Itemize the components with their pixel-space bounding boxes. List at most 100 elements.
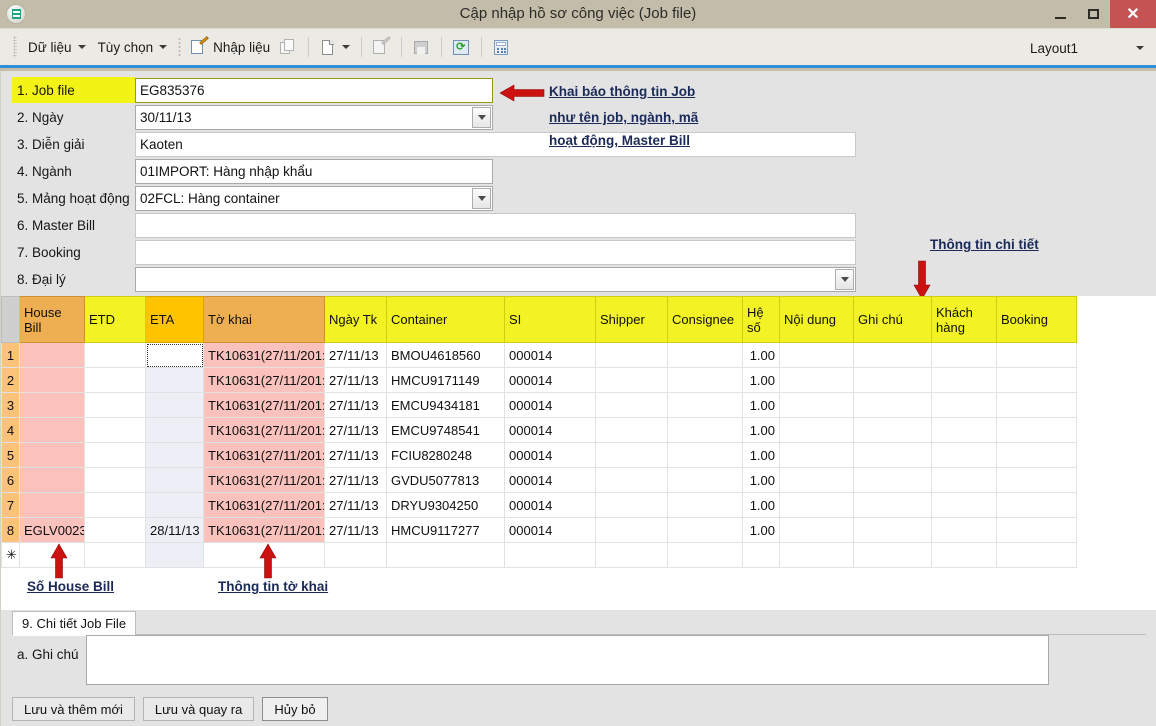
edit-record-button[interactable] [368,35,395,58]
cell-booking[interactable] [996,492,1077,518]
cancel-button[interactable]: Hủy bỏ [262,697,328,721]
cell-container[interactable]: GVDU5077813 [386,467,505,493]
input-dien-giai[interactable]: Kaoten [135,131,856,157]
cell-eta[interactable] [145,442,204,468]
cell-si[interactable] [504,542,596,568]
save-button[interactable] [408,37,435,58]
cell-booking[interactable] [996,392,1077,418]
cell-booking[interactable] [996,542,1077,568]
table-row[interactable]: 4 TK10631(27/11/201: 27/11/13 EMCU9748541 00… [1,417,1077,443]
cell-eta[interactable] [145,342,204,368]
cell-etd[interactable] [84,517,146,543]
new-row-marker-icon[interactable]: ✳ [1,542,20,568]
grid-header-ngay-tk[interactable]: Ngày Tk [324,296,387,343]
cell-to-khai[interactable]: TK10631(27/11/201: [203,442,325,468]
cell-to-khai[interactable]: TK10631(27/11/201: [203,392,325,418]
menu-tuy-chon[interactable]: Tùy chọn [92,37,174,58]
cell-container[interactable]: FCIU8280248 [386,442,505,468]
cell-consignee[interactable] [667,367,743,393]
cell-shipper[interactable] [595,517,668,543]
grid-select-all-header[interactable] [1,296,20,343]
cell-house-bill[interactable] [19,492,85,518]
row-header[interactable]: 6 [1,467,20,493]
row-header[interactable]: 2 [1,367,20,393]
input-ngay[interactable]: 30/11/13 [135,104,493,130]
chevron-down-icon[interactable] [472,187,491,209]
cell-ngay-tk[interactable]: 27/11/13 [324,367,387,393]
grid-header-to-khai[interactable]: Tờ khai [203,296,325,343]
cell-container[interactable]: HMCU9117277 [386,517,505,543]
cell-to-khai[interactable]: TK10631(27/11/201: [203,492,325,518]
cell-etd[interactable] [84,392,146,418]
cell-to-khai[interactable]: TK10631(27/11/201: [203,342,325,368]
table-row[interactable]: 7 TK10631(27/11/201: 27/11/13 DRYU9304250 00… [1,492,1077,518]
cell-he-so[interactable]: 1.00 [742,492,780,518]
cell-he-so[interactable]: 1.00 [742,442,780,468]
cell-he-so[interactable] [742,542,780,568]
minimize-button[interactable] [1044,0,1077,28]
cell-ghi-chu[interactable] [853,517,932,543]
chevron-down-icon[interactable] [472,106,491,128]
maximize-button[interactable] [1077,0,1110,28]
cell-eta[interactable] [145,467,204,493]
cell-container[interactable] [386,542,505,568]
close-button[interactable]: ✕ [1110,0,1156,28]
cell-to-khai[interactable]: TK10631(27/11/201: [203,467,325,493]
chevron-down-icon[interactable] [342,45,351,49]
cell-ngay-tk[interactable]: 27/11/13 [324,467,387,493]
cell-he-so[interactable]: 1.00 [742,342,780,368]
textarea-ghi-chu[interactable] [86,635,1049,685]
grid-header-container[interactable]: Container [386,296,505,343]
cell-si[interactable]: 000014 [504,342,596,368]
input-master-bill[interactable] [135,212,856,238]
cell-etd[interactable] [84,467,146,493]
cell-consignee[interactable] [667,542,743,568]
row-header[interactable]: 5 [1,442,20,468]
cell-si[interactable]: 000014 [504,417,596,443]
cell-si[interactable]: 000014 [504,467,596,493]
cell-shipper[interactable] [595,392,668,418]
grid-header-ghi-chu[interactable]: Ghi chú [853,296,932,343]
table-row[interactable]: 2 TK10631(27/11/201: 27/11/13 HMCU9171149 00… [1,367,1077,393]
cell-house-bill[interactable] [19,467,85,493]
grid-header-khach-hang[interactable]: Khách hàng [931,296,997,343]
toolbar-grip[interactable] [13,36,17,58]
cell-shipper[interactable] [595,342,668,368]
cell-house-bill[interactable] [19,342,85,368]
cell-noi-dung[interactable] [779,542,854,568]
grid-header-house-bill[interactable]: House Bill [19,296,85,343]
input-job-file[interactable]: EG835376 [135,77,493,103]
cell-shipper[interactable] [595,542,668,568]
input-dai-ly[interactable] [135,266,856,292]
cell-ngay-tk[interactable]: 27/11/13 [324,392,387,418]
new-row[interactable]: ✳ [1,542,1077,568]
cell-si[interactable]: 000014 [504,492,596,518]
cell-he-so[interactable]: 1.00 [742,392,780,418]
cell-si[interactable]: 000014 [504,442,596,468]
cell-to-khai[interactable]: TK10631(27/11/201: [203,417,325,443]
save-and-new-button[interactable]: Lưu và thêm mới [12,697,135,721]
cell-ngay-tk[interactable]: 27/11/13 [324,442,387,468]
row-header[interactable]: 7 [1,492,20,518]
cell-container[interactable]: BMOU4618560 [386,342,505,368]
cell-house-bill[interactable] [19,417,85,443]
cell-ngay-tk[interactable]: 27/11/13 [324,417,387,443]
cell-eta[interactable] [145,417,204,443]
cell-khach-hang[interactable] [931,367,997,393]
cell-he-so[interactable]: 1.00 [742,467,780,493]
input-booking[interactable] [135,239,856,265]
cell-etd[interactable] [84,417,146,443]
cell-khach-hang[interactable] [931,442,997,468]
cell-khach-hang[interactable] [931,342,997,368]
cell-si[interactable]: 000014 [504,392,596,418]
cell-container[interactable]: EMCU9748541 [386,417,505,443]
cell-booking[interactable] [996,517,1077,543]
cell-container[interactable]: DRYU9304250 [386,492,505,518]
cell-shipper[interactable] [595,467,668,493]
table-row[interactable]: 1 TK10631(27/11/201: 27/11/13 BMOU4618560 00… [1,342,1077,368]
cell-consignee[interactable] [667,342,743,368]
table-row[interactable]: 3 TK10631(27/11/201: 27/11/13 EMCU9434181 00… [1,392,1077,418]
cell-ghi-chu[interactable] [853,442,932,468]
grid-header-noi-dung[interactable]: Nội dung [779,296,854,343]
row-header[interactable]: 4 [1,417,20,443]
